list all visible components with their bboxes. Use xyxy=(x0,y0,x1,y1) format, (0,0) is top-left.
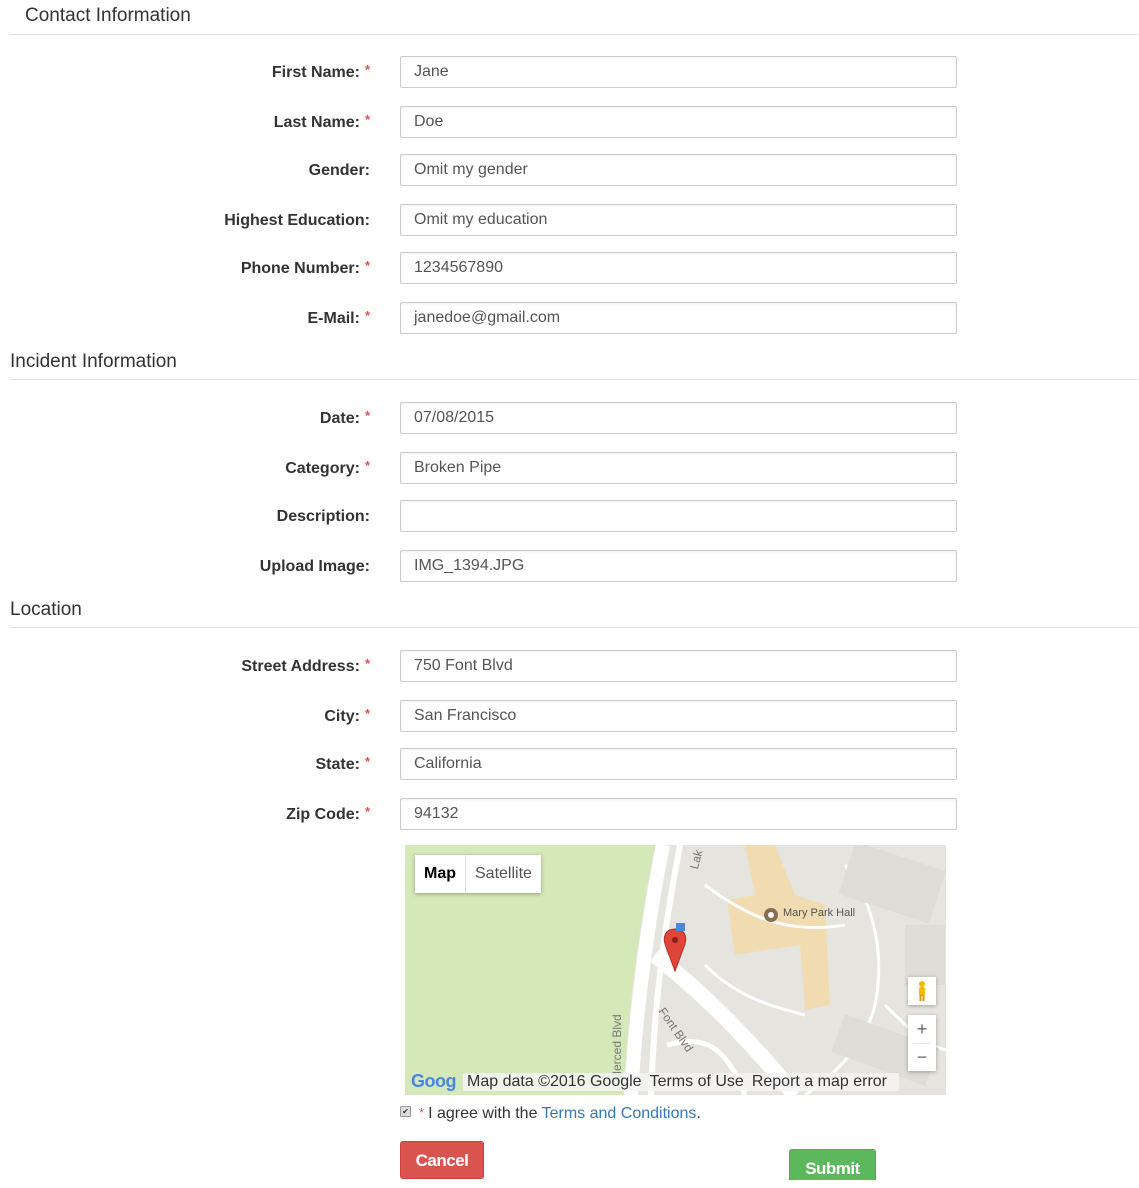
form-row-state: State: * California xyxy=(0,748,1139,782)
required-mark: * xyxy=(364,112,370,127)
map-type-control: Map Satellite xyxy=(415,855,541,893)
form-row-street: Street Address: * 750 Font Blvd xyxy=(0,650,1139,684)
agree-checkbox[interactable]: ✔ xyxy=(400,1106,411,1118)
terms-of-use-link[interactable]: Terms of Use xyxy=(650,1073,744,1090)
date-label: Date: * xyxy=(319,408,370,427)
form-row-gender: Gender: Omit my gender xyxy=(0,154,1139,188)
google-logo: Goog xyxy=(411,1071,457,1091)
category-label: Category: * xyxy=(285,458,370,477)
phone-input[interactable]: 1234567890 xyxy=(400,252,957,284)
email-label: E-Mail: * xyxy=(307,308,370,327)
email-input[interactable]: janedoe@gmail.com xyxy=(400,302,957,334)
section-title-location: Location xyxy=(10,599,82,620)
state-select[interactable]: California xyxy=(400,748,957,780)
zoom-out-button[interactable]: − xyxy=(908,1043,936,1071)
pegman-icon[interactable] xyxy=(908,977,936,1005)
map-type-map-button[interactable]: Map xyxy=(415,855,465,893)
required-mark: * xyxy=(364,62,370,77)
required-mark: * xyxy=(364,408,370,423)
description-label: Description: xyxy=(276,508,370,525)
gender-label: Gender: xyxy=(308,162,370,179)
cancel-button[interactable]: Cancel xyxy=(400,1141,484,1179)
form-row-education: Highest Education: Omit my education xyxy=(0,204,1139,238)
date-input[interactable]: 07/08/2015 xyxy=(400,402,957,434)
form-row-last-name: Last Name: * Doe xyxy=(0,106,1139,140)
section-divider xyxy=(10,627,1138,628)
zoom-control: + − xyxy=(908,1015,936,1071)
education-label: Highest Education: xyxy=(224,212,370,229)
required-mark: * xyxy=(364,308,370,323)
form-row-zip: Zip Code: * 94132 xyxy=(0,798,1139,832)
form-row-category: Category: * Broken Pipe xyxy=(0,452,1139,486)
form-row-email: E-Mail: * janedoe@gmail.com xyxy=(0,302,1139,336)
gender-select[interactable]: Omit my gender xyxy=(400,154,957,186)
section-divider xyxy=(10,379,1138,380)
state-label: State: * xyxy=(315,754,370,773)
form-row-upload: Upload Image: IMG_1394.JPG xyxy=(0,550,1139,584)
location-map[interactable]: Merced Blvd Font Blvd Lak Mary Park Hall… xyxy=(405,845,946,1095)
upload-image-input[interactable]: IMG_1394.JPG xyxy=(400,550,957,582)
zip-code-input[interactable]: 94132 xyxy=(400,798,957,830)
section-title-incident: Incident Information xyxy=(10,351,177,372)
agree-row: ✔ * I agree with the Terms and Conditions. xyxy=(400,1103,701,1125)
form-row-phone: Phone Number: * 1234567890 xyxy=(0,252,1139,286)
map-type-satellite-button[interactable]: Satellite xyxy=(465,855,541,893)
street-label: Street Address: * xyxy=(241,656,370,675)
zip-label: Zip Code: * xyxy=(286,804,370,823)
last-name-label: Last Name: * xyxy=(273,112,370,131)
agree-text: I agree with the xyxy=(428,1105,542,1122)
terms-and-conditions-link[interactable]: Terms and Conditions xyxy=(542,1105,697,1122)
section-title-contact: Contact Information xyxy=(25,5,191,26)
description-input[interactable] xyxy=(400,500,957,532)
phone-label: Phone Number: * xyxy=(240,258,370,277)
city-input[interactable]: San Francisco xyxy=(400,700,957,732)
first-name-label: First Name: * xyxy=(271,62,370,81)
required-mark: * xyxy=(419,1105,425,1120)
zoom-in-button[interactable]: + xyxy=(908,1015,936,1043)
required-mark: * xyxy=(364,656,370,671)
map-attribution: Map data ©2016 Google Terms of Use Report … xyxy=(463,1073,899,1091)
last-name-input[interactable]: Doe xyxy=(400,106,957,138)
form-row-city: City: * San Francisco xyxy=(0,700,1139,734)
zoom-separator xyxy=(913,1043,931,1044)
street-address-input[interactable]: 750 Font Blvd xyxy=(400,650,957,682)
report-map-error-link[interactable]: Report a map error xyxy=(752,1073,887,1090)
city-label: City: * xyxy=(324,706,370,725)
upload-label: Upload Image: xyxy=(259,558,370,575)
category-select[interactable]: Broken Pipe xyxy=(400,452,957,484)
poi-label: Mary Park Hall xyxy=(783,907,856,919)
required-mark: * xyxy=(364,754,370,769)
pegman-glyph xyxy=(919,981,925,1001)
required-mark: * xyxy=(364,258,370,273)
required-mark: * xyxy=(364,706,370,721)
submit-button[interactable]: Submit xyxy=(789,1149,876,1180)
first-name-input[interactable]: Jane xyxy=(400,56,957,88)
form-row-date: Date: * 07/08/2015 xyxy=(0,402,1139,436)
form-row-description: Description: xyxy=(0,500,1139,534)
education-select[interactable]: Omit my education xyxy=(400,204,957,236)
required-mark: * xyxy=(364,458,370,473)
form-row-first-name: First Name: * Jane xyxy=(0,56,1139,90)
map-attribution-bar: Goog Map data ©2016 Google Terms of Use Re… xyxy=(405,1069,946,1095)
required-mark: * xyxy=(364,804,370,819)
section-divider xyxy=(10,34,1138,35)
map-data-text: Map data ©2016 Google xyxy=(467,1073,642,1090)
agree-suffix: . xyxy=(696,1105,701,1122)
